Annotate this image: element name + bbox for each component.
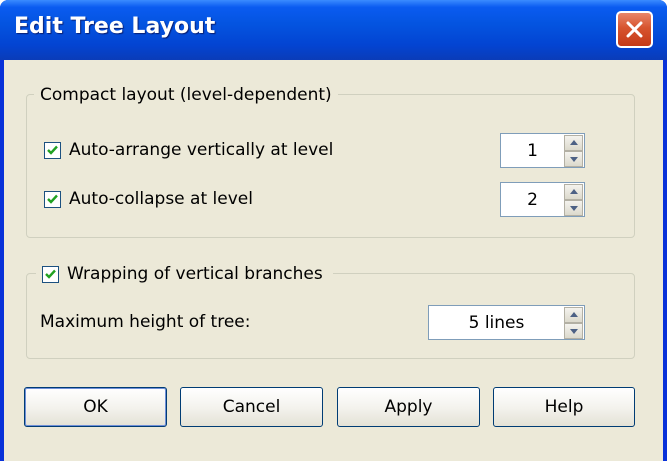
- auto-arrange-label: Auto-arrange vertically at level: [69, 140, 334, 160]
- auto-arrange-spin-up-button[interactable]: [564, 135, 583, 151]
- auto-arrange-level-spinner[interactable]: 1: [500, 133, 585, 168]
- ok-button[interactable]: OK: [24, 387, 167, 427]
- auto-collapse-spin-up-button[interactable]: [564, 184, 583, 200]
- dialog-client-area: Compact layout (level-dependent) Auto-ar…: [4, 60, 663, 461]
- cancel-button[interactable]: Cancel: [180, 387, 323, 427]
- arrow-down-icon: [570, 206, 578, 211]
- max-height-spin-down-button[interactable]: [564, 323, 583, 339]
- auto-collapse-checkbox[interactable]: [44, 190, 61, 208]
- arrow-up-icon: [570, 189, 578, 194]
- max-height-spin-up-button[interactable]: [564, 307, 583, 323]
- auto-arrange-spin-down-button[interactable]: [564, 151, 583, 167]
- window-title: Edit Tree Layout: [14, 14, 216, 39]
- max-height-spinner[interactable]: 5 lines: [428, 305, 585, 340]
- max-height-value[interactable]: 5 lines: [429, 306, 564, 339]
- auto-collapse-label: Auto-collapse at level: [69, 189, 253, 209]
- auto-collapse-spin-down-button[interactable]: [564, 200, 583, 216]
- arrow-down-icon: [570, 329, 578, 334]
- close-icon: [626, 21, 643, 38]
- wrapping-label: Wrapping of vertical branches: [67, 264, 323, 284]
- auto-arrange-checkbox-row[interactable]: Auto-arrange vertically at level: [44, 138, 333, 162]
- wrapping-checkbox-row[interactable]: Wrapping of vertical branches: [36, 262, 333, 286]
- arrow-down-icon: [570, 157, 578, 162]
- apply-button[interactable]: Apply: [337, 387, 480, 427]
- auto-collapse-checkbox-row[interactable]: Auto-collapse at level: [44, 187, 253, 211]
- close-button[interactable]: [616, 11, 653, 48]
- max-height-label: Maximum height of tree:: [40, 312, 251, 332]
- auto-collapse-level-value[interactable]: 2: [501, 183, 564, 216]
- auto-arrange-level-value[interactable]: 1: [501, 134, 564, 167]
- checkmark-icon: [47, 194, 58, 204]
- auto-arrange-checkbox[interactable]: [44, 141, 61, 159]
- title-bar[interactable]: Edit Tree Layout: [0, 0, 667, 60]
- help-button[interactable]: Help: [493, 387, 635, 427]
- wrapping-checkbox[interactable]: [42, 265, 59, 283]
- auto-collapse-level-spinner[interactable]: 2: [500, 182, 585, 217]
- dialog-window: Edit Tree Layout Compact layout (level-d…: [0, 0, 667, 461]
- checkmark-icon: [45, 269, 56, 279]
- arrow-up-icon: [570, 140, 578, 145]
- arrow-up-icon: [570, 312, 578, 317]
- checkmark-icon: [47, 145, 58, 155]
- compact-layout-legend: Compact layout (level-dependent): [34, 84, 338, 106]
